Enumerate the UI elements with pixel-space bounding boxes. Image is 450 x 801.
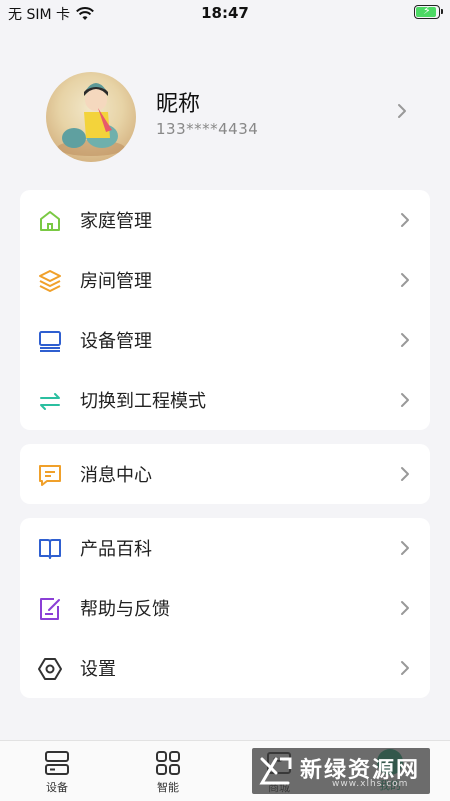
- nickname: 昵称: [156, 92, 201, 117]
- menu-item-message-center[interactable]: 消息中心: [20, 444, 430, 504]
- menu-item-label: 消息中心: [80, 465, 152, 486]
- chevron-right-icon[interactable]: [396, 102, 408, 120]
- phone-number: 133****4434: [156, 120, 259, 138]
- menu-item-label: 家庭管理: [80, 211, 152, 232]
- device-icon: [39, 331, 61, 352]
- chevron-right-icon: [401, 213, 409, 227]
- menu-item-label: 切换到工程模式: [80, 391, 206, 412]
- chevron-right-icon: [401, 541, 409, 555]
- avatar-illustration: [57, 83, 125, 156]
- chevron-right-icon: [401, 393, 409, 407]
- chevron-right-icon: [401, 467, 409, 481]
- menu-item-label: 产品百科: [80, 539, 152, 560]
- switch-arrows-icon: [40, 393, 60, 410]
- menu-item-label: 设备管理: [80, 331, 152, 352]
- menu-item-label: 房间管理: [80, 271, 152, 292]
- profile-header[interactable]: 昵称 133****4434: [0, 60, 450, 170]
- watermark-subtext: www.xlhs.com: [332, 779, 409, 789]
- menu-item-product-encyclopedia[interactable]: 产品百科: [20, 518, 430, 578]
- watermark: 新绿资源网 www.xlhs.com: [252, 748, 430, 794]
- watermark-logo-icon: [259, 757, 292, 785]
- chevron-right-icon: [401, 273, 409, 287]
- menu-item-device-management[interactable]: 设备管理: [20, 310, 430, 370]
- layers-icon: [39, 270, 61, 292]
- book-icon: [39, 539, 61, 559]
- tab-devices[interactable]: 设备: [27, 749, 87, 795]
- status-bar: 无 SIM 卡 18:47 ⚡: [0, 0, 450, 26]
- menu-card-messages: 消息中心: [20, 444, 430, 504]
- home-icon: [40, 211, 60, 231]
- status-time: 18:47: [201, 4, 249, 22]
- tab-label: 智能: [157, 781, 179, 794]
- battery-icon: ⚡: [414, 4, 443, 19]
- chevron-right-icon: [401, 661, 409, 675]
- menu-item-settings[interactable]: 设置: [20, 638, 430, 698]
- tab-label: 设备: [46, 781, 68, 794]
- menu-item-label: 设置: [80, 659, 116, 680]
- message-icon: [39, 465, 61, 486]
- menu-item-engineering-mode[interactable]: 切换到工程模式: [20, 370, 430, 430]
- menu-card-support: 产品百科 帮助与反馈 设置: [20, 518, 430, 698]
- chevron-right-icon: [401, 333, 409, 347]
- grid-icon: [156, 751, 180, 775]
- edit-icon: [40, 598, 60, 620]
- menu-item-help-feedback[interactable]: 帮助与反馈: [20, 578, 430, 638]
- avatar[interactable]: [46, 72, 136, 162]
- chevron-right-icon: [401, 601, 409, 615]
- menu-item-home-management[interactable]: 家庭管理: [20, 190, 430, 250]
- menu-card-management: 家庭管理 房间管理 设备管理 切换到工程模式: [20, 190, 430, 430]
- device-tab-icon: [45, 751, 69, 775]
- settings-icon: [38, 658, 62, 680]
- menu-item-label: 帮助与反馈: [80, 599, 170, 620]
- tab-smart[interactable]: 智能: [138, 749, 198, 795]
- menu-item-room-management[interactable]: 房间管理: [20, 250, 430, 310]
